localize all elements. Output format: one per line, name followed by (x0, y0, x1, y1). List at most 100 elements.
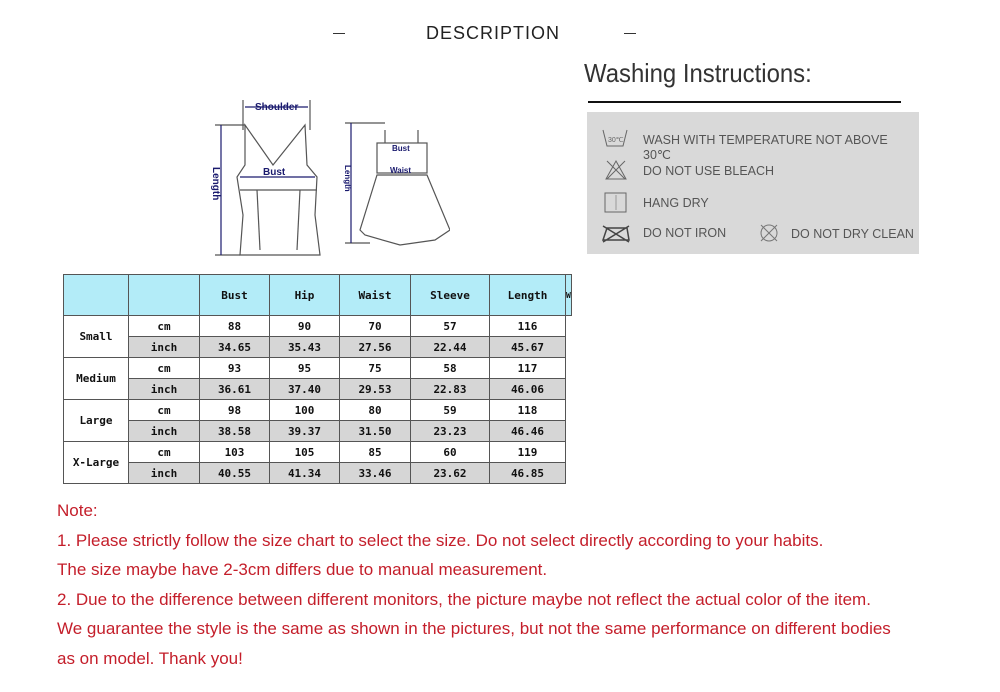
unit-cell: inch (128, 378, 200, 400)
divider (624, 33, 636, 34)
header-cell (128, 274, 200, 316)
washing-title: Washing Instructions: (584, 58, 812, 88)
note-line: 1. Please strictly follow the size chart… (57, 530, 824, 550)
value-cell: 93 (199, 357, 270, 379)
value-cell: 116 (489, 315, 566, 337)
note-line: The size maybe have 2-3cm differs due to… (57, 560, 548, 579)
value-cell: 100 (269, 399, 340, 421)
value-cell: 46.06 (489, 378, 566, 400)
notes: Note: 1. Please strictly follow the size… (57, 496, 891, 673)
length-label-dress: Length (343, 165, 352, 192)
value-cell: 60 (410, 441, 490, 463)
value-cell: 90 (269, 315, 340, 337)
header-hip: Hip (269, 274, 340, 316)
table-row-cm: X-Large cm 103 105 85 60 119 (63, 441, 572, 484)
svg-text:30℃: 30℃ (608, 137, 624, 144)
value-cell: 27.56 (339, 336, 411, 358)
size-label: X-Large (63, 441, 129, 484)
table-row-cm: Large cm 98 100 80 59 118 (63, 399, 572, 442)
unit-cell: cm (128, 315, 200, 337)
value-cell: 58 (410, 357, 490, 379)
divider (333, 33, 345, 34)
header-cut-off: W (565, 274, 572, 316)
divider (588, 101, 901, 103)
value-cell: 22.44 (410, 336, 490, 358)
cut-off-cell (565, 378, 572, 400)
header-length: Length (489, 274, 566, 316)
size-label: Medium (63, 357, 129, 400)
value-cell: 98 (199, 399, 270, 421)
table-row-inch: inch 40.55 41.34 33.46 23.62 46.85 (64, 462, 572, 484)
note-line: 2. Due to the difference between differe… (57, 589, 871, 609)
cut-off-cell (565, 336, 572, 358)
unit-cell: cm (128, 357, 200, 379)
no-bleach-label: DO NOT USE BLEACH (643, 164, 775, 178)
note-line: as on model. Thank you! (57, 648, 243, 668)
unit-cell: inch (128, 462, 200, 484)
cut-off-cell (565, 357, 572, 379)
size-label: Large (63, 399, 129, 442)
table-row-cm: Medium cm 93 95 75 58 117 (63, 357, 572, 400)
cut-off-cell (565, 315, 572, 337)
bust-label-dress: Bust (392, 144, 410, 153)
shoulder-label: Shoulder (255, 102, 298, 113)
value-cell: 59 (410, 399, 490, 421)
table-row-inch: inch 38.58 39.37 31.50 23.23 46.46 (64, 420, 572, 442)
no-iron-icon (601, 225, 630, 243)
table-row-inch: inch 36.61 37.40 29.53 22.83 46.06 (64, 378, 572, 400)
size-chart-table: Bust Hip Waist Sleeve Length W Small cm 88… (63, 274, 572, 484)
value-cell: 37.40 (269, 378, 340, 400)
header-cell (63, 274, 129, 316)
value-cell: 70 (339, 315, 411, 337)
hang-dry-label: HANG DRY (643, 196, 709, 210)
value-cell: 23.23 (410, 420, 490, 442)
washing-instructions: 30℃ WASH WITH TEMPERATURE NOT ABOVE 30℃ … (587, 112, 919, 254)
value-cell: 105 (269, 441, 340, 463)
value-cell: 75 (339, 357, 411, 379)
value-cell: 33.46 (339, 462, 411, 484)
wash-30-icon: 30℃ (602, 129, 628, 147)
value-cell: 39.37 (269, 420, 340, 442)
value-cell: 46.46 (489, 420, 566, 442)
unit-cell: inch (128, 420, 200, 442)
header-sleeve: Sleeve (410, 274, 490, 316)
cut-off-cell (565, 420, 572, 442)
value-cell: 35.43 (269, 336, 340, 358)
cut-off-cell (565, 441, 572, 463)
value-cell: 95 (269, 357, 340, 379)
table-row-cm: Small cm 88 90 70 57 116 (63, 315, 572, 358)
unit-cell: inch (128, 336, 200, 358)
value-cell: 34.65 (199, 336, 270, 358)
value-cell: 103 (199, 441, 270, 463)
hang-dry-icon (604, 192, 627, 213)
waist-label: Waist (390, 166, 411, 175)
size-label: Small (63, 315, 129, 358)
measurement-diagram: Shoulder Bust Length Bust Waist Length (210, 100, 450, 256)
table-row-inch: inch 34.65 35.43 27.56 22.44 45.67 (64, 336, 572, 358)
value-cell: 38.58 (199, 420, 270, 442)
no-iron-label: DO NOT IRON (643, 226, 727, 240)
header-waist: Waist (339, 274, 411, 316)
value-cell: 36.61 (199, 378, 270, 400)
no-bleach-icon (605, 159, 627, 180)
value-cell: 119 (489, 441, 566, 463)
value-cell: 46.85 (489, 462, 566, 484)
value-cell: 88 (199, 315, 270, 337)
value-cell: 23.62 (410, 462, 490, 484)
value-cell: 40.55 (199, 462, 270, 484)
value-cell: 31.50 (339, 420, 411, 442)
note-line: We guarantee the style is the same as sh… (57, 619, 891, 638)
value-cell: 41.34 (269, 462, 340, 484)
length-label: Length (210, 167, 221, 200)
value-cell: 80 (339, 399, 411, 421)
value-cell: 45.67 (489, 336, 566, 358)
value-cell: 57 (410, 315, 490, 337)
note-heading: Note: (57, 501, 98, 520)
wash-label: WASH WITH TEMPERATURE NOT ABOVE 30℃ (643, 133, 888, 162)
value-cell: 117 (489, 357, 566, 379)
unit-cell: cm (128, 441, 200, 463)
no-dry-clean-icon (760, 224, 778, 242)
value-cell: 118 (489, 399, 566, 421)
cut-off-cell (565, 462, 572, 484)
value-cell: 85 (339, 441, 411, 463)
